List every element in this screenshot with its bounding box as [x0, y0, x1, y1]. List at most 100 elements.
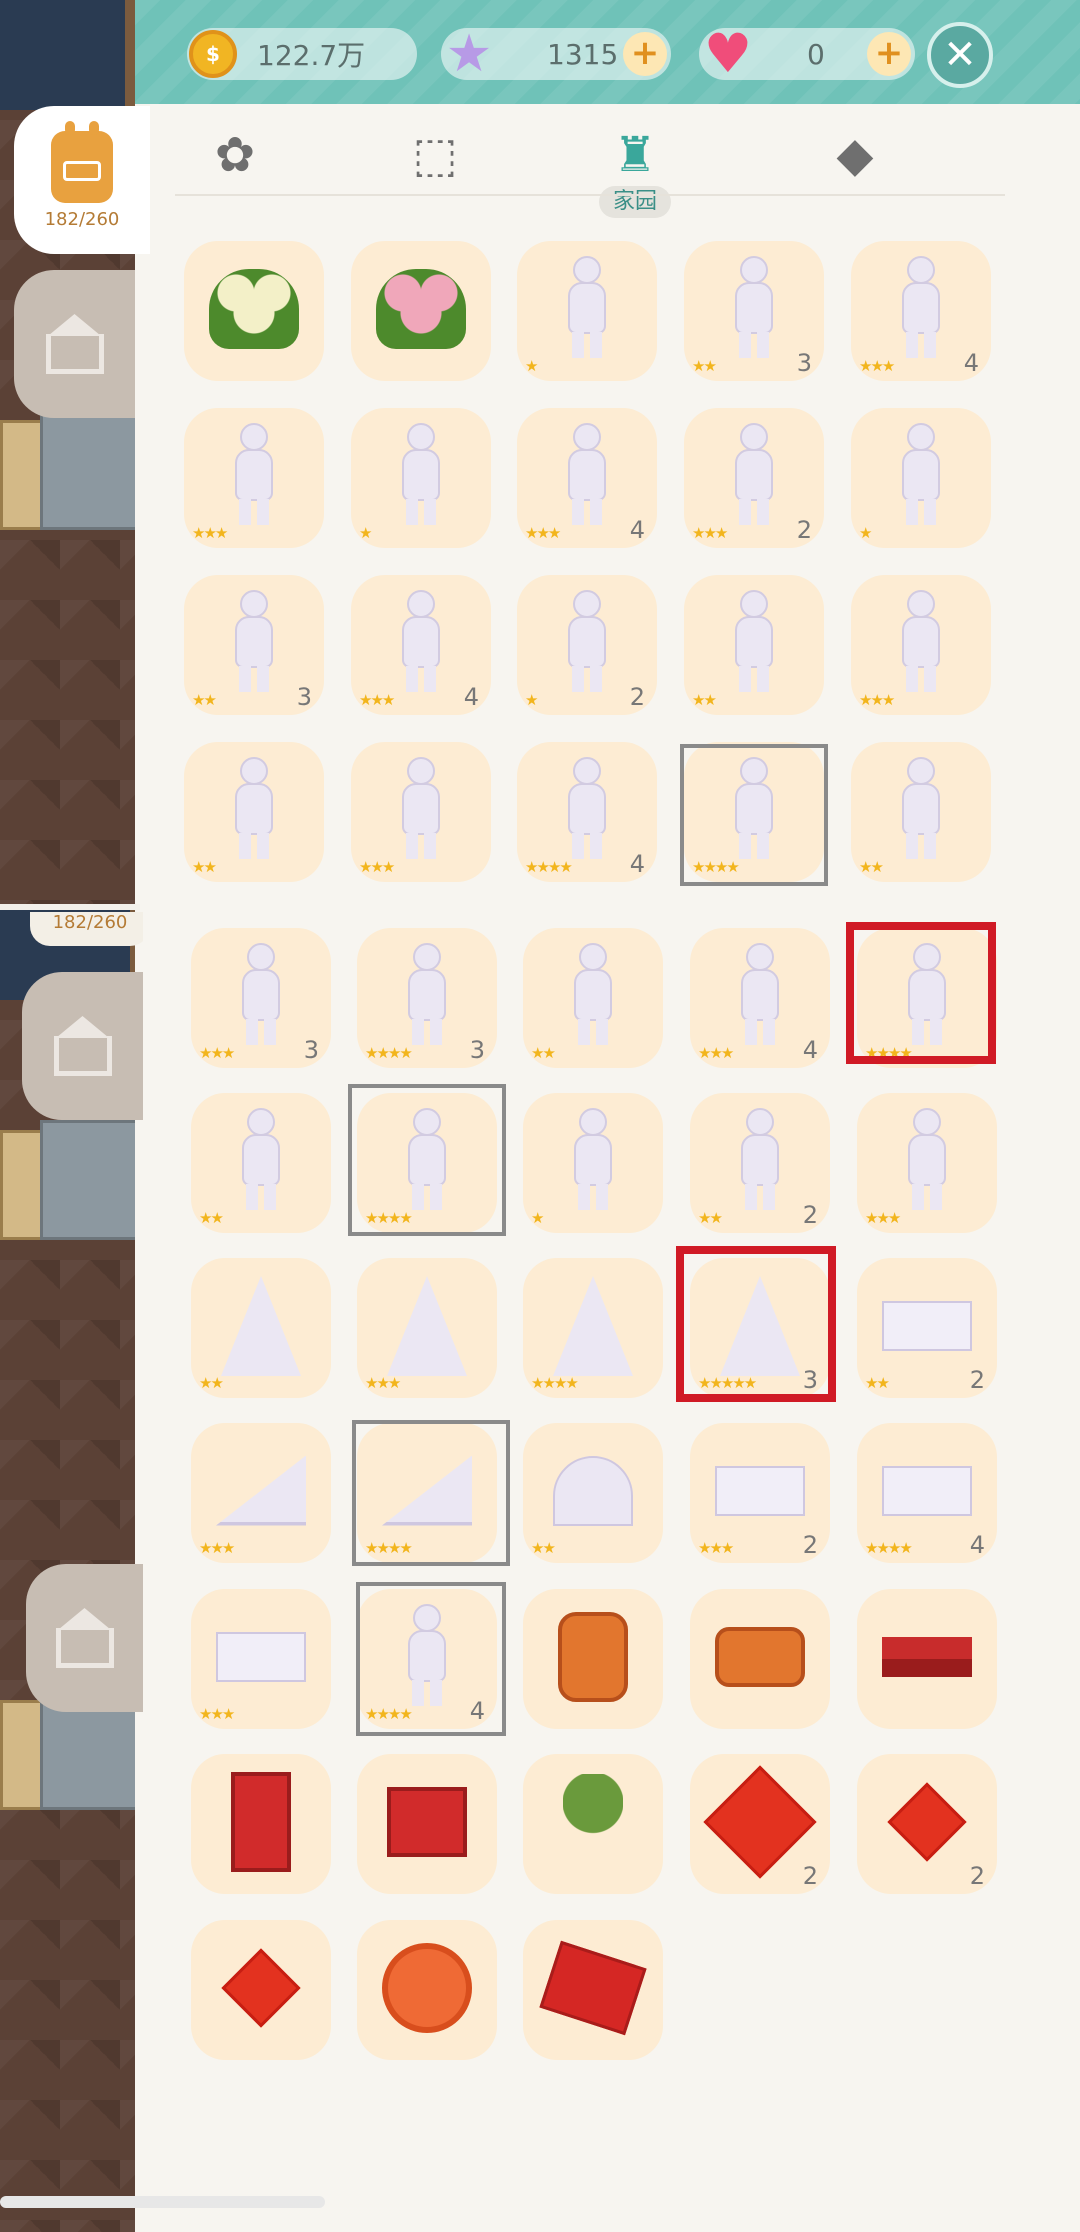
inventory-item[interactable]: ★★★ [184, 408, 324, 548]
statue-thumbnail [376, 590, 466, 695]
window [0, 0, 135, 110]
add-hearts-button[interactable]: + [867, 32, 911, 76]
tab-home[interactable]: ♜ 家园 [575, 120, 695, 218]
inventory-item[interactable]: ★★ [191, 1258, 331, 1398]
inventory-item[interactable]: ★★★ 4 [517, 408, 657, 548]
inventory-item[interactable]: ★ 2 [517, 575, 657, 715]
arch-thumbnail [548, 1438, 638, 1543]
backpack-icon [51, 120, 113, 203]
inventory-item[interactable]: ★★★ 4 [851, 241, 991, 381]
coin-icon: $ [189, 30, 237, 78]
sidebar-backpack-tab[interactable]: 182/260 [14, 106, 150, 254]
inventory-item[interactable]: ★★★ 4 [351, 575, 491, 715]
star-rating: ★★★ [199, 1705, 235, 1723]
inventory-item[interactable] [351, 241, 491, 381]
shapes-icon: ◆ [836, 127, 874, 183]
inventory-item[interactable] [357, 1754, 497, 1894]
tab-shapes[interactable]: ◆ [795, 120, 915, 190]
inventory-item[interactable] [523, 1589, 663, 1729]
inventory-item[interactable]: ★★★ [357, 1258, 497, 1398]
close-button[interactable]: ✕ [927, 22, 993, 88]
star-rating: ★★★ [199, 1044, 235, 1062]
star-rating: ★★★ [698, 1044, 734, 1062]
inventory-item[interactable] [857, 1589, 997, 1729]
inventory-item[interactable]: ★ [523, 1093, 663, 1233]
sidebar-warehouse-tab[interactable] [26, 1564, 143, 1712]
inventory-item[interactable] [357, 1920, 497, 2060]
highlight-frame [846, 922, 996, 1064]
statue-thumbnail [715, 943, 805, 1048]
item-count: 4 [802, 1036, 818, 1064]
diamond-thumbnail [703, 1764, 817, 1879]
sidebar-warehouse-tab[interactable] [22, 972, 143, 1120]
inventory-item[interactable] [191, 1920, 331, 2060]
inventory-item[interactable]: ★ [851, 408, 991, 548]
inventory-item[interactable]: ★★ 3 [184, 575, 324, 715]
inventory-item[interactable]: ★★ [523, 1423, 663, 1563]
inventory-item[interactable]: ★★★ [191, 1589, 331, 1729]
star-rating: ★★★ [192, 524, 228, 542]
statue-thumbnail [709, 256, 799, 361]
statue-thumbnail [216, 943, 306, 1048]
currency-bar: $ 122.7万 ★ 1315 + ♥ 0 + ✕ [135, 0, 1080, 104]
inventory-item[interactable]: ★ [517, 241, 657, 381]
backpack-count: 182/260 [44, 208, 120, 230]
inventory-item[interactable]: ★★★ 4 [690, 928, 830, 1068]
crate [0, 420, 45, 530]
inventory-item[interactable]: ★★★ [857, 1093, 997, 1233]
star-icon: ★ [445, 24, 493, 84]
star-rating: ★★★★ [531, 1374, 579, 1392]
horizontal-scrollbar[interactable] [0, 2196, 325, 2208]
plant-thumbnail [548, 1769, 638, 1874]
statue-thumbnail [382, 943, 472, 1048]
inventory-item[interactable]: 2 [690, 1754, 830, 1894]
star-rating: ★★★ [525, 524, 561, 542]
inventory-item[interactable]: ★★★ 2 [690, 1423, 830, 1563]
inventory-item[interactable]: ★★ [851, 742, 991, 882]
star-rating: ★★ [192, 858, 217, 876]
add-stars-button[interactable]: + [623, 32, 667, 76]
inventory-item[interactable]: ★★ [184, 742, 324, 882]
inventory-item[interactable] [523, 1920, 663, 2060]
chair-thumbnail [548, 1604, 638, 1709]
inventory-item[interactable]: ★★★★ [523, 1258, 663, 1398]
inventory-item[interactable]: ★★★ [851, 575, 991, 715]
star-rating: ★★★ [359, 858, 395, 876]
inventory-item[interactable] [184, 241, 324, 381]
star-rating: ★★ [692, 691, 717, 709]
heart-icon: ♥ [703, 22, 753, 85]
inventory-item[interactable] [690, 1589, 830, 1729]
inventory-item[interactable] [191, 1754, 331, 1894]
inventory-item[interactable]: ★★ [684, 575, 824, 715]
diamond-small-thumbnail [216, 1935, 306, 2040]
star-rating: ★★★★ [525, 858, 573, 876]
inventory-item[interactable]: ★★★★ 3 [357, 928, 497, 1068]
star-rating: ★★ [199, 1374, 224, 1392]
cabinet-thumbnail [216, 1769, 306, 1874]
inventory-item[interactable]: ★★ [191, 1093, 331, 1233]
inventory-item[interactable]: 2 [857, 1754, 997, 1894]
inventory-item[interactable]: ★★★ 2 [684, 408, 824, 548]
tab-patterns[interactable]: ✿ [175, 120, 295, 190]
inventory-item[interactable]: ★★★★ 4 [517, 742, 657, 882]
statue-thumbnail [876, 423, 966, 528]
block-thumbnail [882, 1438, 972, 1543]
statue-thumbnail [376, 423, 466, 528]
inventory-item[interactable]: ★ [351, 408, 491, 548]
inventory-item[interactable]: ★★ 3 [684, 241, 824, 381]
wedge-thumbnail [216, 1438, 306, 1543]
statue-thumbnail [709, 590, 799, 695]
inventory-item[interactable]: ★★ [523, 928, 663, 1068]
inventory-item[interactable]: ★★ 2 [857, 1258, 997, 1398]
inventory-item[interactable]: ★★★ [351, 742, 491, 882]
inventory-item[interactable]: ★★ 2 [690, 1093, 830, 1233]
item-count: 3 [796, 349, 812, 377]
inventory-item[interactable]: ★★★ 3 [191, 928, 331, 1068]
tab-toys[interactable]: ⬚ [375, 120, 495, 190]
inventory-item[interactable] [523, 1754, 663, 1894]
star-rating: ★★ [531, 1044, 556, 1062]
inventory-item[interactable]: ★★★ [191, 1423, 331, 1563]
inventory-item[interactable]: ★★★★ 4 [857, 1423, 997, 1563]
sidebar-warehouse-tab[interactable] [14, 270, 135, 418]
statue-thumbnail [209, 757, 299, 862]
